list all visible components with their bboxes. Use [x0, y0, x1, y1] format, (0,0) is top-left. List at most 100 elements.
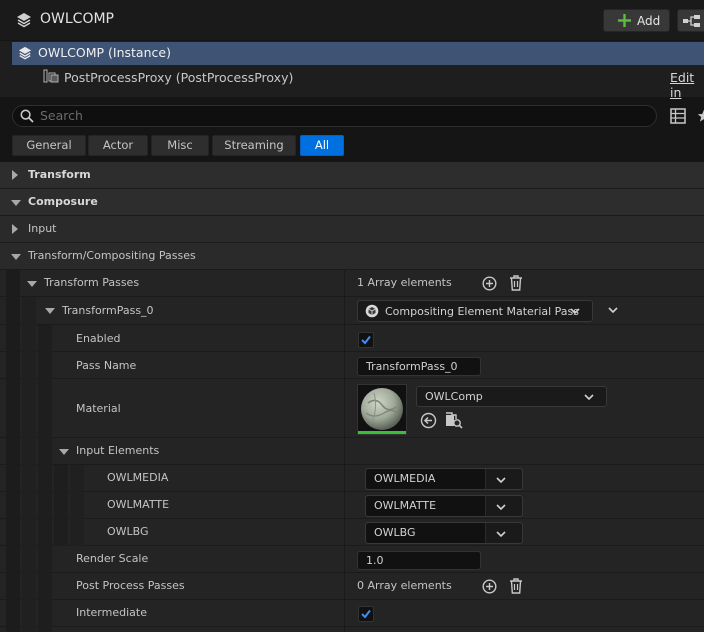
indent-guide [6, 270, 20, 632]
instance-label: OWLCOMP (Instance) [38, 45, 171, 60]
component-label[interactable]: PostProcessProxy (PostProcessProxy) [64, 70, 293, 85]
filter-tab-all[interactable]: All [300, 135, 344, 156]
trash-icon[interactable] [509, 578, 523, 594]
post-process-component-icon [43, 69, 59, 83]
checkmark-icon [361, 609, 371, 619]
collapse-arrow-icon[interactable] [59, 449, 69, 455]
category-label: Composure [28, 195, 98, 208]
material-sphere-icon [358, 388, 406, 434]
property-label: OWLMEDIA [107, 471, 169, 484]
property-label: Input Elements [76, 444, 160, 457]
blueprint-button[interactable] [677, 9, 704, 32]
plus-icon [618, 14, 631, 27]
input-owlmatte-dropdown[interactable]: OWLMATTE [365, 495, 523, 517]
category-label: Transform/Compositing Passes [28, 249, 196, 262]
intermediate-row: Intermediate [0, 600, 704, 627]
material-dropdown[interactable]: OWLComp [416, 386, 607, 407]
search-placeholder: Search [40, 108, 83, 123]
property-label: Post Process Passes [76, 579, 185, 592]
search-input[interactable]: Search [12, 105, 657, 127]
indent-guide [54, 465, 68, 546]
browse-asset-icon[interactable] [445, 412, 463, 429]
property-matrix-icon[interactable] [670, 108, 686, 124]
category-input[interactable]: Input [0, 216, 704, 243]
intermediate-checkbox[interactable] [358, 606, 374, 622]
expand-arrow-icon [12, 170, 18, 180]
blueprint-icon [683, 14, 701, 28]
collapse-arrow-icon [11, 200, 21, 206]
chevron-down-icon [496, 531, 506, 538]
category-compositing-passes[interactable]: Transform/Compositing Passes [0, 243, 704, 270]
add-button-label: Add [637, 14, 661, 28]
input-owlmatte-row: OWLMATTE OWLMATTE [0, 492, 704, 519]
input-owlbg-row: OWLBG OWLBG [0, 519, 704, 546]
render-scale-row: Render Scale 1.0 [0, 546, 704, 573]
property-label: Material [76, 402, 121, 415]
column-splitter[interactable] [344, 270, 345, 632]
pass-name-row: Pass Name TransformPass_0 [0, 352, 704, 379]
chevron-down-icon [496, 504, 506, 511]
search-icon [20, 109, 34, 123]
add-element-icon[interactable] [482, 579, 497, 594]
property-label: Transform Passes [44, 276, 140, 289]
indent-guide [22, 297, 36, 632]
input-value: OWLMATTE [366, 496, 486, 516]
pass-class-dropdown[interactable]: Compositing Element Material Pass [357, 300, 593, 322]
filter-tab-general[interactable]: General [12, 135, 86, 156]
input-owlmedia-dropdown[interactable]: OWLMEDIA [365, 468, 523, 490]
input-value: OWLBG [366, 523, 486, 543]
array-count: 0 Array elements [357, 579, 452, 592]
input-elements-row: Input Elements [0, 438, 704, 465]
array-count: 1 Array elements [357, 276, 452, 289]
use-selected-asset-icon[interactable] [420, 412, 437, 429]
indent-guide [70, 465, 84, 546]
checkmark-icon [361, 335, 371, 345]
chevron-down-icon [496, 477, 506, 484]
material-thumbnail[interactable] [357, 384, 407, 435]
category-transform[interactable]: Transform [0, 162, 704, 189]
collapse-arrow-icon[interactable] [45, 308, 55, 314]
category-label: Transform [28, 168, 91, 181]
input-value: OWLMEDIA [366, 469, 486, 489]
post-process-passes-row: Post Process Passes 0 Array elements [0, 573, 704, 600]
property-label: OWLBG [107, 525, 149, 538]
transform-pass-0-row: TransformPass_0 Compositing Element Mate… [0, 297, 704, 325]
transform-passes-row: Transform Passes 1 Array elements [0, 270, 704, 297]
row-options-chevron-icon[interactable] [608, 307, 618, 314]
collapse-arrow-icon [11, 254, 21, 260]
material-value: OWLComp [425, 390, 483, 403]
indent-guide [38, 325, 52, 632]
trash-icon[interactable] [509, 275, 523, 291]
collapse-arrow-icon[interactable] [27, 281, 37, 287]
category-label: Input [28, 222, 57, 235]
layers-icon [18, 46, 32, 60]
favorites-star-icon[interactable] [697, 109, 704, 123]
expand-arrow-icon [12, 224, 18, 234]
property-label: Intermediate [76, 606, 147, 619]
pass-class-value: Compositing Element Material Pass [385, 305, 580, 318]
category-composure[interactable]: Composure [0, 189, 704, 216]
property-label: OWLMATTE [107, 498, 170, 511]
layers-icon [16, 12, 32, 28]
material-row: Material OWLComp [0, 379, 704, 438]
chevron-down-icon [570, 308, 580, 315]
add-component-button[interactable]: Add [603, 9, 670, 32]
enabled-checkbox[interactable] [358, 332, 374, 348]
property-label: Render Scale [76, 552, 149, 565]
property-label: Pass Name [76, 359, 137, 372]
chevron-down-icon [584, 394, 594, 401]
filter-tab-misc[interactable]: Misc [151, 135, 209, 156]
filter-tab-actor[interactable]: Actor [88, 135, 148, 156]
enabled-row: Enabled [0, 325, 704, 352]
pass-name-field[interactable]: TransformPass_0 [357, 357, 481, 376]
render-scale-field[interactable]: 1.0 [357, 551, 481, 570]
property-label: TransformPass_0 [62, 304, 154, 317]
input-owlbg-dropdown[interactable]: OWLBG [365, 522, 523, 544]
filter-tab-streaming[interactable]: Streaming [212, 135, 296, 156]
edit-in-link[interactable]: Edit in [670, 70, 704, 100]
input-owlmedia-row: OWLMEDIA OWLMEDIA [0, 465, 704, 492]
property-label: Enabled [76, 332, 121, 345]
add-element-icon[interactable] [482, 276, 497, 291]
actor-title: OWLCOMP [40, 11, 114, 27]
class-icon [365, 304, 379, 318]
